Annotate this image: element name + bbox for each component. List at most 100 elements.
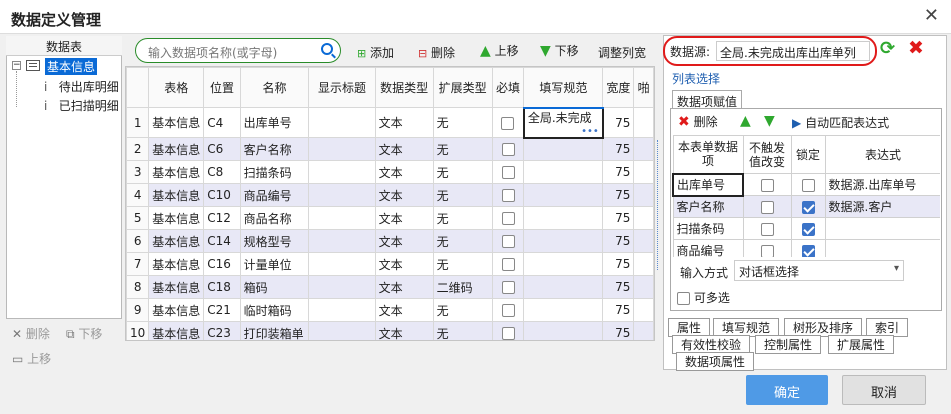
required-checkbox[interactable] <box>501 235 515 248</box>
cell-position[interactable]: C18 <box>203 275 241 299</box>
cell-required[interactable] <box>491 275 525 299</box>
cell-name[interactable]: 出库单号 <box>239 107 310 138</box>
cell-extra[interactable] <box>633 160 654 184</box>
cell-position[interactable]: C16 <box>203 252 241 276</box>
cell-width[interactable]: 75 <box>602 321 635 340</box>
assign-expression[interactable] <box>824 239 940 257</box>
assign-row[interactable]: 扫描条码 <box>672 217 940 240</box>
arrow-down-icon[interactable]: ▼ <box>764 113 775 129</box>
assign-lock[interactable] <box>790 173 826 196</box>
assign-no-trigger[interactable] <box>742 195 792 218</box>
tab-item-control[interactable]: 控制属性 <box>755 335 822 354</box>
cell-table[interactable]: 基本信息 <box>148 298 205 322</box>
table-row[interactable]: 1 基本信息 C4 出库单号 文本无全局.未完成 ••• 75 <box>126 106 654 139</box>
cell-position[interactable]: C6 <box>203 137 241 161</box>
cell-width[interactable]: 75 <box>602 137 635 161</box>
cell-ext-type[interactable]: 无 <box>432 206 493 230</box>
cell-extra[interactable] <box>633 137 654 161</box>
required-checkbox[interactable] <box>501 327 515 340</box>
cell-fill-rule[interactable] <box>523 252 604 276</box>
required-checkbox[interactable] <box>501 116 515 130</box>
cell-data-type[interactable]: 文本 <box>374 298 434 322</box>
cell-extra[interactable] <box>633 206 654 230</box>
cell-fill-rule[interactable] <box>523 321 604 340</box>
splitter-handle[interactable] <box>657 140 661 270</box>
cell-ext-type[interactable]: 无 <box>432 137 493 161</box>
tab-item-data-property[interactable]: 数据项属性 <box>676 352 755 371</box>
column-header[interactable]: 表格 <box>148 67 205 108</box>
cell-name[interactable]: 客户名称 <box>239 137 310 161</box>
row-number[interactable]: 7 <box>126 252 150 276</box>
checkbox[interactable] <box>801 178 815 192</box>
cell-table[interactable]: 基本信息 <box>148 137 205 161</box>
cell-required[interactable] <box>491 183 525 207</box>
cell-fill-rule[interactable] <box>523 183 604 207</box>
row-number[interactable]: 6 <box>126 229 150 253</box>
cell-title[interactable] <box>308 321 376 340</box>
cell-width[interactable]: 75 <box>602 206 635 230</box>
table-row[interactable]: 7 基本信息 C16 计量单位 文本无 75 <box>126 252 654 276</box>
cell-ext-type[interactable]: 二维码 <box>432 275 493 299</box>
cell-name[interactable]: 计量单位 <box>239 252 310 276</box>
assign-expression[interactable]: 数据源.出库单号 <box>824 173 940 196</box>
cell-table[interactable]: 基本信息 <box>148 206 205 230</box>
move-down-button[interactable]: ▼ 下移 <box>540 42 579 59</box>
table-row[interactable]: 10 基本信息 C23 打印装箱单 文本无 75 <box>126 321 654 340</box>
checkbox[interactable] <box>760 178 774 192</box>
cell-required[interactable] <box>491 298 525 322</box>
cell-ext-type[interactable]: 无 <box>432 160 493 184</box>
cell-width[interactable]: 75 <box>602 298 635 322</box>
assign-expression[interactable] <box>824 217 940 240</box>
cell-required[interactable] <box>491 252 525 276</box>
cell-data-type[interactable]: 文本 <box>374 275 434 299</box>
assign-lock[interactable] <box>790 239 826 257</box>
cell-ext-type[interactable]: 无 <box>432 298 493 322</box>
cell-name[interactable]: 商品名称 <box>239 206 310 230</box>
column-header[interactable]: 位置 <box>203 67 241 108</box>
cell-data-type[interactable]: 文本 <box>374 252 434 276</box>
assign-no-trigger[interactable] <box>742 173 792 196</box>
cell-title[interactable] <box>308 252 376 276</box>
cell-required[interactable] <box>491 206 525 230</box>
required-checkbox[interactable] <box>501 189 515 202</box>
cell-title[interactable] <box>308 298 376 322</box>
table-row[interactable]: 9 基本信息 C21 临时箱码 文本无 75 <box>126 298 654 322</box>
cell-table[interactable]: 基本信息 <box>148 107 205 138</box>
cell-position[interactable]: C8 <box>203 160 241 184</box>
cell-table[interactable]: 基本信息 <box>148 229 205 253</box>
cell-ext-type[interactable]: 无 <box>432 252 493 276</box>
cell-data-type[interactable]: 文本 <box>374 107 434 138</box>
table-row[interactable]: 2 基本信息 C6 客户名称 文本无 75 <box>126 137 654 161</box>
cell-width[interactable]: 75 <box>602 252 635 276</box>
assign-item[interactable]: 商品编号 <box>672 239 744 257</box>
cell-fill-rule[interactable] <box>523 137 604 161</box>
cell-width[interactable]: 75 <box>602 275 635 299</box>
remove-icon[interactable]: ✖ <box>908 37 924 59</box>
column-header[interactable]: 必填 <box>491 67 525 108</box>
assign-delete-button[interactable]: ✖ 删除 <box>678 113 718 130</box>
tree-item-0[interactable]: i 待出库明细 <box>44 78 122 95</box>
required-checkbox[interactable] <box>501 304 515 317</box>
row-number[interactable]: 2 <box>126 137 150 161</box>
column-header[interactable]: 显示标题 <box>308 67 376 108</box>
cell-table[interactable]: 基本信息 <box>148 275 205 299</box>
required-checkbox[interactable] <box>501 166 515 179</box>
cell-title[interactable] <box>308 275 376 299</box>
cell-width[interactable]: 75 <box>602 229 635 253</box>
cell-name[interactable]: 箱码 <box>239 275 310 299</box>
cell-fill-rule[interactable] <box>523 298 604 322</box>
assign-item[interactable]: 出库单号 <box>672 172 744 197</box>
cell-name[interactable]: 扫描条码 <box>239 160 310 184</box>
cell-data-type[interactable]: 文本 <box>374 321 434 340</box>
cell-position[interactable]: C14 <box>203 229 241 253</box>
cell-fill-rule[interactable] <box>523 275 604 299</box>
column-header[interactable]: 数据类型 <box>374 67 434 108</box>
delete-button[interactable]: ⊟ 删除 <box>418 44 455 61</box>
cell-required[interactable] <box>491 229 525 253</box>
column-header[interactable]: 填写规范 <box>523 67 604 109</box>
close-icon[interactable]: ✕ <box>924 5 939 26</box>
row-number[interactable]: 10 <box>126 321 150 340</box>
cell-title[interactable] <box>308 206 376 230</box>
list-select-link[interactable]: 列表选择 <box>672 70 720 87</box>
row-number[interactable]: 3 <box>126 160 150 184</box>
